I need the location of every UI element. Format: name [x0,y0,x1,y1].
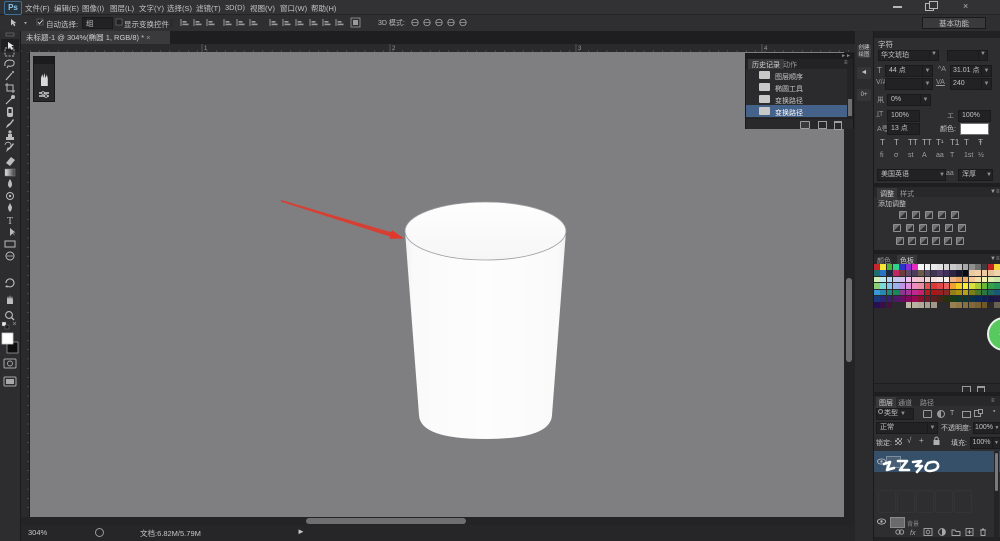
svg-text:3D 模式:: 3D 模式: [378,18,405,27]
svg-text:fx: fx [910,530,916,537]
svg-text:T: T [7,216,13,227]
